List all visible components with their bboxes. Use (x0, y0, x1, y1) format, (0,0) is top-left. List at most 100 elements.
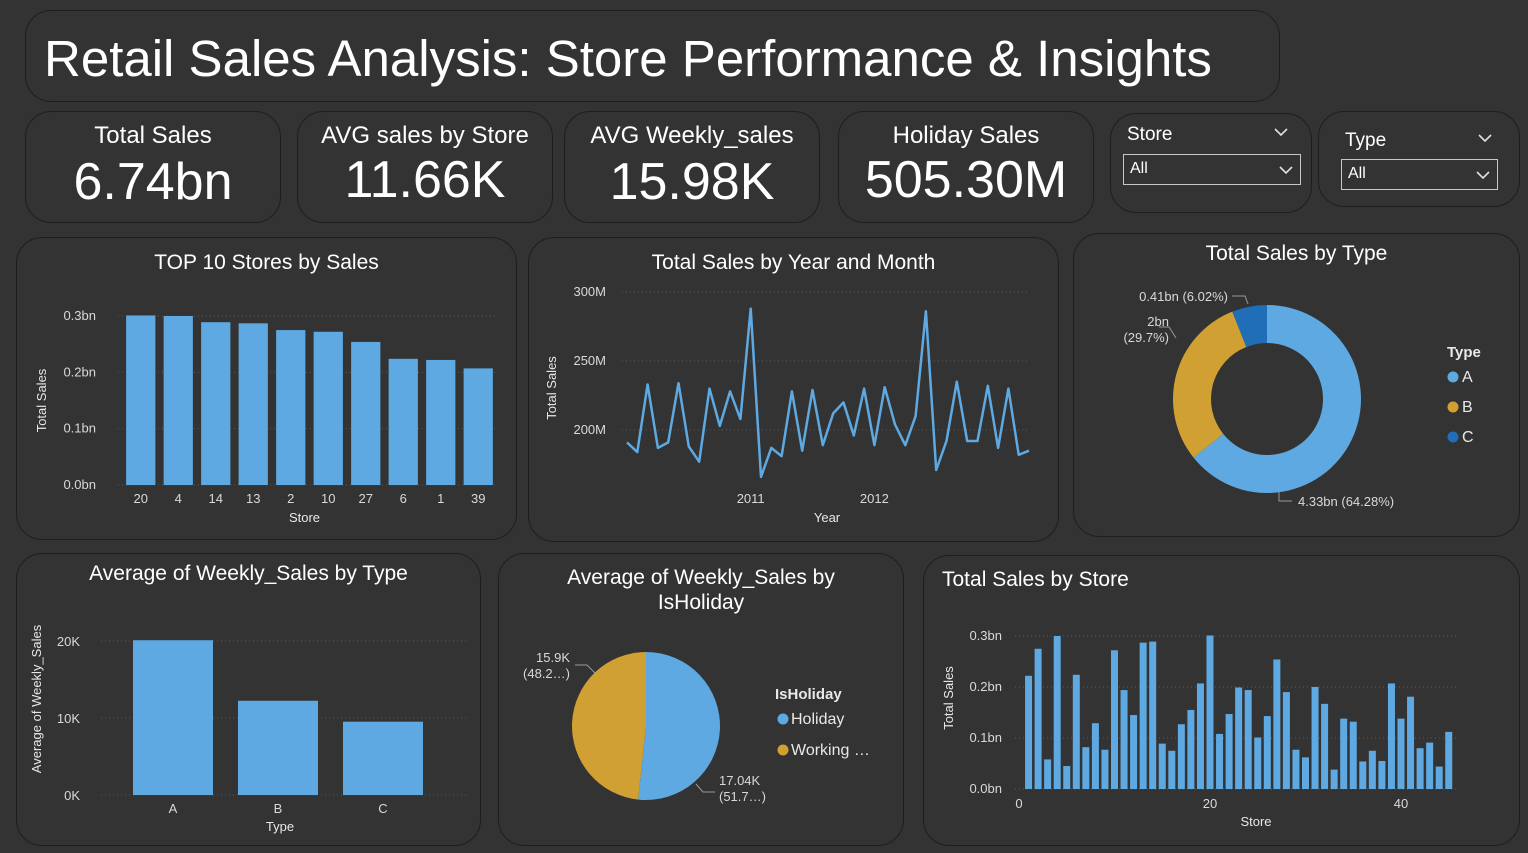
chevron-down-icon[interactable] (1273, 124, 1289, 140)
bar (1416, 748, 1424, 789)
label-leader (575, 664, 596, 674)
bar (1302, 757, 1309, 789)
bar (1445, 731, 1453, 789)
bar (1387, 683, 1395, 789)
legend-label: A (1462, 369, 1473, 386)
kpi-holiday-sales-card: Holiday Sales 505.30M (838, 111, 1094, 223)
type-dropdown[interactable]: All (1341, 159, 1498, 190)
bar (1091, 723, 1099, 789)
kpi-label: Holiday Sales (892, 122, 1040, 149)
x-tick-label: 4 (175, 491, 182, 506)
avg-weekly-by-holiday-chart: 15.9K(48.2…) 17.04K(51.7…) IsHoliday Holida… (523, 650, 870, 804)
legend-marker (1447, 371, 1459, 383)
y-tick-label: 250M (573, 353, 606, 368)
chevron-down-icon (1279, 166, 1293, 175)
bar (1053, 636, 1061, 789)
type-dropdown-value: All (1348, 165, 1366, 182)
x-tick-label: C (378, 801, 387, 816)
x-axis-title: Store (289, 510, 320, 525)
x-tick-label: 40 (1394, 796, 1408, 811)
bar (1397, 718, 1405, 789)
bar (1407, 696, 1415, 789)
kpi-value: 11.66K (344, 151, 506, 209)
chevron-down-icon[interactable] (1477, 130, 1493, 146)
data-label: 15.9K (536, 650, 570, 665)
x-axis-title: Store (1240, 814, 1271, 829)
bar (1072, 674, 1080, 789)
x-axis-title: Type (266, 819, 294, 834)
kpi-avg-sales-by-store-card: AVG sales by Store 11.66K (297, 111, 553, 223)
y-axis-title: Total Sales (544, 356, 559, 420)
bar (1177, 724, 1185, 789)
x-tick-label: 1 (437, 491, 444, 506)
bar (1321, 703, 1329, 789)
bar (388, 358, 418, 485)
bar (238, 323, 268, 485)
y-tick-label: 0K (64, 788, 80, 803)
bar (1254, 737, 1262, 789)
bar (201, 322, 231, 485)
bar (1187, 709, 1195, 789)
bar (1282, 692, 1290, 789)
y-tick-label: 0.2bn (969, 679, 1002, 694)
x-tick-label: 14 (209, 491, 223, 506)
x-tick-label: B (274, 801, 283, 816)
y-axis-title: Total Sales (34, 368, 49, 432)
legend-marker (777, 744, 789, 756)
page-title: Retail Sales Analysis: Store Performance… (44, 30, 1212, 87)
bar (351, 341, 381, 485)
sales-by-store-panel: Total Sales by Store 0.0bn 0.1bn 0.2bn 0.3b… (923, 555, 1520, 846)
legend-marker (1447, 401, 1459, 413)
bar (1378, 760, 1386, 789)
bar (1435, 766, 1443, 789)
legend-label: Holiday (791, 711, 844, 728)
bar (1206, 635, 1214, 789)
x-axis-title: Year (814, 510, 841, 525)
avg-weekly-by-type-panel: Average of Weekly_Sales by Type 0K 10K 20K… (16, 553, 481, 846)
pie-slice (572, 652, 646, 800)
bar (1158, 743, 1166, 789)
x-tick-label: 39 (471, 491, 485, 506)
data-label: (48.2…) (523, 666, 570, 681)
legend-marker (1447, 431, 1459, 443)
bar (463, 368, 493, 485)
bar (1196, 683, 1204, 789)
y-tick-label: 10K (57, 711, 80, 726)
legend-title: Type (1447, 344, 1481, 361)
pie-slice (1173, 311, 1247, 458)
sales-by-type-panel: Total Sales by Type 0.41bn (6.02%) 2bn (29… (1073, 233, 1520, 537)
y-tick-label: 0.3bn (969, 628, 1002, 643)
x-tick-label: 20 (1203, 796, 1217, 811)
store-slicer: Store All (1110, 113, 1312, 213)
y-axis-title: Total Sales (941, 666, 956, 730)
x-tick-label: 2011 (737, 491, 765, 506)
bar (426, 359, 456, 485)
data-label: (29.7%) (1123, 330, 1169, 345)
avg-weekly-by-type-chart: 0K 10K 20K A B C Type Average of Weekly_Sales (29, 624, 469, 834)
store-dropdown-value: All (1130, 160, 1148, 177)
bar (1034, 648, 1042, 789)
sales-by-month-chart: 200M 250M 300M 2011 2012 Year Total Sales (544, 284, 1030, 525)
sales-by-month-panel: Total Sales by Year and Month 200M 250M 30… (528, 237, 1059, 542)
bar (343, 721, 423, 795)
store-slicer-title: Store (1127, 124, 1173, 145)
bar (276, 330, 306, 485)
legend-title: IsHoliday (775, 686, 842, 703)
y-tick-label: 0.1bn (969, 730, 1002, 745)
bar (1311, 687, 1319, 789)
label-leader (1232, 295, 1249, 305)
store-dropdown[interactable]: All (1123, 154, 1301, 185)
data-label: 2bn (1147, 314, 1169, 329)
bar (1044, 759, 1052, 789)
bar (238, 700, 318, 795)
bar (1139, 642, 1147, 789)
y-tick-label: 20K (57, 634, 80, 649)
x-tick-label: A (169, 801, 178, 816)
bar (1426, 742, 1434, 789)
bar (1292, 749, 1300, 789)
bar (1082, 747, 1090, 789)
kpi-label: Total Sales (94, 122, 212, 149)
bar (1025, 675, 1033, 789)
bar (1149, 641, 1157, 789)
y-axis-title: Average of Weekly_Sales (29, 624, 44, 773)
